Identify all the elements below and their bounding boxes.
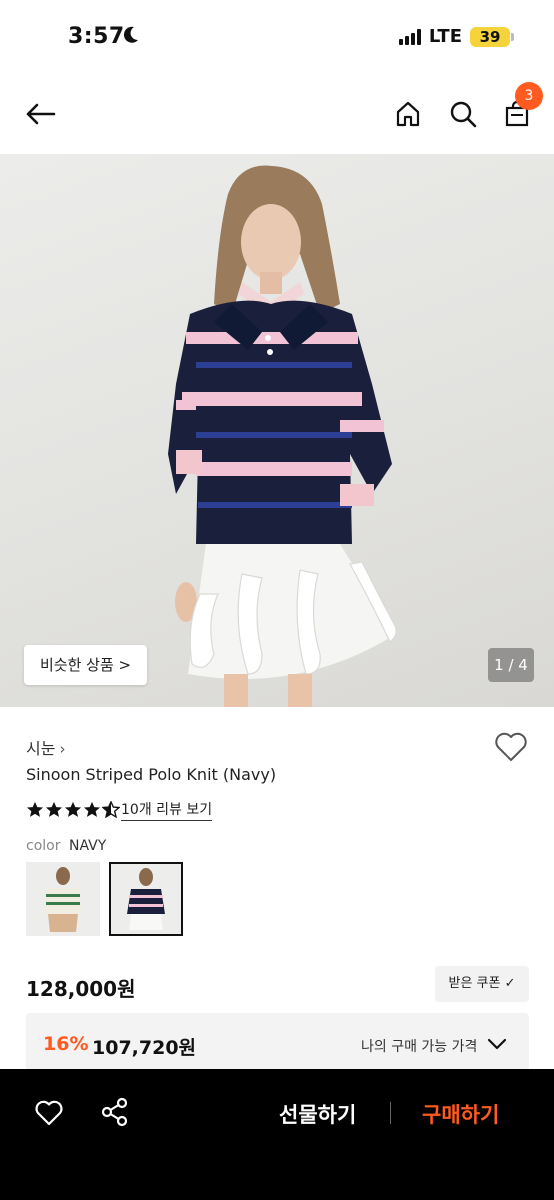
star-icon [26, 801, 44, 817]
review-link[interactable]: 10개 리뷰 보기 [121, 799, 213, 821]
swatch-thumbnail [111, 864, 181, 934]
share-icon[interactable] [100, 1097, 130, 1127]
status-indicators: LTE 39 [398, 26, 514, 47]
buy-button[interactable]: 구매하기 [422, 1099, 499, 1129]
similar-products-button[interactable]: 비슷한 상품 > [24, 645, 148, 685]
discount-price-row[interactable]: 16% 107,720원 나의 구매 가능 가격 [26, 1013, 529, 1073]
my-price-label: 나의 구매 가능 가격 [361, 1039, 478, 1055]
wishlist-heart-icon[interactable] [34, 1099, 64, 1127]
shopping-bag-icon[interactable]: 3 [499, 82, 543, 132]
product-name: Sinoon Striped Polo Knit (Navy) [26, 765, 277, 784]
star-icon [83, 801, 101, 817]
discount-price: 107,720원 [92, 1037, 197, 1059]
swatch-thumbnail [26, 862, 100, 936]
brand-name: 시눈 [26, 739, 56, 758]
search-icon[interactable] [445, 96, 481, 132]
original-price: 128,000원 [26, 977, 136, 1001]
color-swatch-navy[interactable] [109, 862, 183, 936]
status-time: 3:57 [68, 24, 125, 49]
color-swatch-cream[interactable] [26, 862, 100, 936]
color-label: color [26, 838, 61, 854]
star-icon [45, 801, 63, 817]
status-bar: 3:57 LTE 39 [0, 0, 554, 76]
chevron-right-icon: › [59, 740, 66, 758]
received-coupon-button[interactable]: 받은 쿠폰 ✓ [435, 966, 529, 1002]
check-icon: ✓ [504, 976, 516, 991]
rating-stars [26, 801, 120, 818]
color-value: NAVY [69, 838, 107, 854]
half-star-icon [102, 801, 120, 818]
divider [390, 1102, 391, 1124]
signal-icon [398, 28, 421, 45]
discount-rate: 16% [43, 1033, 89, 1055]
image-counter: 1 / 4 [488, 648, 534, 682]
brand-link[interactable]: 시눈 › [26, 735, 65, 759]
product-image-carousel[interactable]: 비슷한 상품 > 1 / 4 [0, 154, 554, 707]
moon-icon [123, 26, 138, 43]
chevron-down-icon [487, 1038, 507, 1050]
cart-count-badge: 3 [515, 82, 543, 110]
coupon-label: 받은 쿠폰 [448, 976, 501, 991]
back-arrow-icon[interactable] [22, 96, 58, 132]
nav-header: 3 [0, 76, 554, 154]
bottom-action-bar: 선물하기 구매하기 [0, 1069, 554, 1200]
star-icon [64, 801, 82, 817]
gift-button[interactable]: 선물하기 [279, 1099, 356, 1129]
product-photo [168, 165, 397, 707]
battery-icon: 39 [470, 26, 514, 47]
network-label: LTE [428, 26, 462, 47]
wishlist-heart-icon[interactable] [494, 731, 528, 763]
home-icon[interactable] [390, 96, 426, 132]
